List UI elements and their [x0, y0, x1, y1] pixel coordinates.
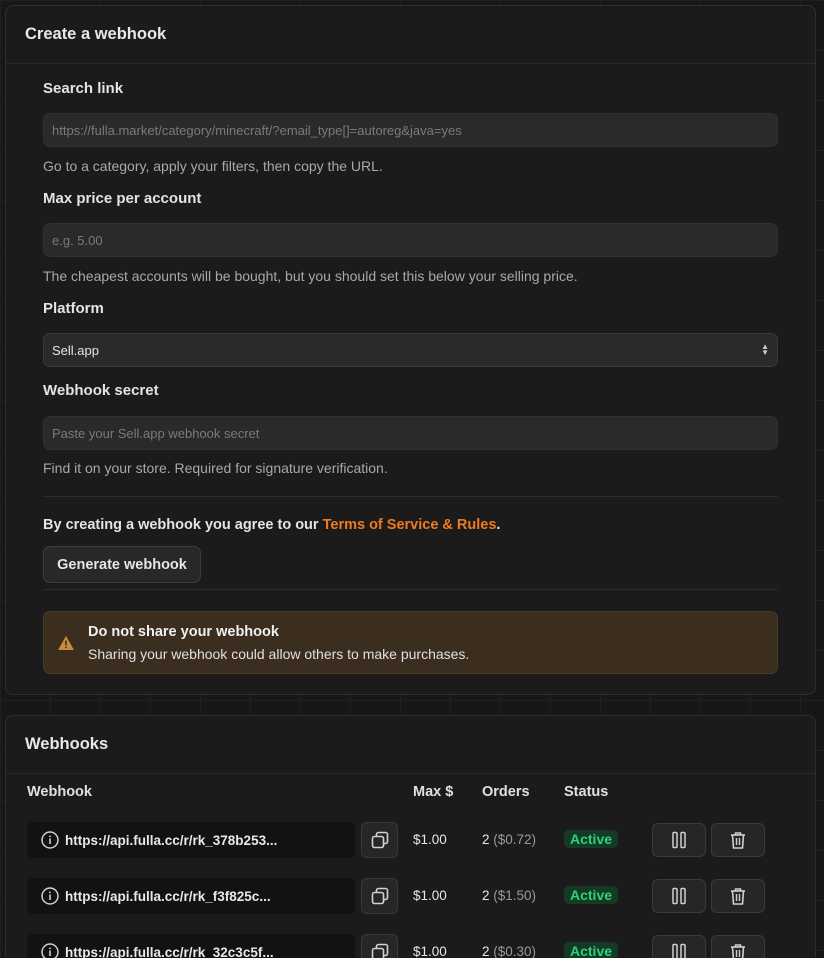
- pause-icon: [672, 831, 686, 849]
- copy-icon: [371, 831, 388, 849]
- webhooks-title: Webhooks: [6, 716, 815, 774]
- trash-icon: [731, 888, 745, 905]
- orders-cell: 2 ($0.72): [482, 832, 537, 847]
- webhook-url: https://api.fulla.cc/r/rk_378b253...: [65, 832, 278, 848]
- search-link-label: Search link: [43, 80, 124, 97]
- platform-select[interactable]: Sell.app ▲ ▼: [43, 333, 778, 367]
- search-link-input[interactable]: [43, 113, 778, 147]
- copy-icon: [371, 943, 388, 958]
- trash-icon: [731, 944, 745, 958]
- max-price-label: Max price per account: [43, 190, 202, 207]
- table-row: https://api.fulla.cc/r/rk_f3f825c... $1.…: [6, 878, 817, 914]
- warning-icon: [44, 635, 88, 651]
- pause-button[interactable]: [652, 823, 706, 857]
- max-price-cell: $1.00: [413, 944, 447, 958]
- copy-icon: [371, 887, 388, 905]
- orders-cell: 2 ($1.50): [482, 888, 537, 903]
- max-price-cell: $1.00: [413, 832, 447, 847]
- status-badge: Active: [564, 886, 619, 904]
- webhook-url-box[interactable]: https://api.fulla.cc/r/rk_32c3c5f...: [27, 934, 355, 958]
- select-arrows-icon: ▲ ▼: [761, 342, 769, 357]
- delete-button[interactable]: [711, 823, 765, 857]
- column-header-webhook: Webhook: [27, 784, 92, 800]
- status-badge: Active: [564, 830, 619, 848]
- info-icon[interactable]: [41, 943, 59, 958]
- search-link-help: Go to a category, apply your filters, th…: [43, 158, 383, 174]
- pause-button[interactable]: [652, 879, 706, 913]
- copy-button[interactable]: [361, 878, 398, 914]
- webhooks-card: Webhooks Webhook Max $ Orders Status htt…: [5, 715, 816, 958]
- webhook-secret-label: Webhook secret: [43, 382, 159, 399]
- max-price-help: The cheapest accounts will be bought, bu…: [43, 268, 578, 284]
- divider: [43, 589, 778, 590]
- column-header-orders: Orders: [482, 784, 530, 800]
- webhook-url-box[interactable]: https://api.fulla.cc/r/rk_378b253...: [27, 822, 355, 858]
- terms-link[interactable]: Terms of Service & Rules: [323, 517, 497, 533]
- info-icon[interactable]: [41, 887, 59, 905]
- generate-webhook-button[interactable]: Generate webhook: [43, 546, 201, 583]
- pause-icon: [672, 943, 686, 958]
- copy-button[interactable]: [361, 934, 398, 958]
- status-badge: Active: [564, 942, 619, 958]
- alert-title: Do not share your webhook: [88, 623, 279, 640]
- webhook-url: https://api.fulla.cc/r/rk_f3f825c...: [65, 888, 271, 904]
- orders-cell: 2 ($0.30): [482, 944, 537, 958]
- max-price-cell: $1.00: [413, 888, 447, 903]
- alert-text: Sharing your webhook could allow others …: [88, 645, 470, 662]
- info-icon[interactable]: [41, 831, 59, 849]
- column-header-status: Status: [564, 784, 609, 800]
- warning-alert: Do not share your webhook Sharing your w…: [43, 611, 778, 674]
- delete-button[interactable]: [711, 879, 765, 913]
- webhook-url-box[interactable]: https://api.fulla.cc/r/rk_f3f825c...: [27, 878, 355, 914]
- create-webhook-title: Create a webhook: [6, 6, 815, 64]
- column-header-max: Max $: [413, 784, 454, 800]
- webhook-secret-help: Find it on your store. Required for sign…: [43, 460, 388, 476]
- divider: [43, 496, 778, 497]
- create-webhook-card: Create a webhook Search link Go to a cat…: [5, 5, 816, 695]
- delete-button[interactable]: [711, 935, 765, 958]
- terms-agreement: By creating a webhook you agree to our T…: [43, 517, 501, 533]
- pause-icon: [672, 887, 686, 905]
- table-row: https://api.fulla.cc/r/rk_32c3c5f... $1.…: [6, 934, 817, 958]
- platform-label: Platform: [43, 300, 104, 317]
- pause-button[interactable]: [652, 935, 706, 958]
- webhook-url: https://api.fulla.cc/r/rk_32c3c5f...: [65, 944, 274, 958]
- webhook-secret-input[interactable]: [43, 416, 778, 450]
- table-row: https://api.fulla.cc/r/rk_378b253... $1.…: [6, 822, 817, 858]
- platform-selected: Sell.app: [52, 342, 99, 358]
- copy-button[interactable]: [361, 822, 398, 858]
- trash-icon: [731, 832, 745, 849]
- max-price-input[interactable]: [43, 223, 778, 257]
